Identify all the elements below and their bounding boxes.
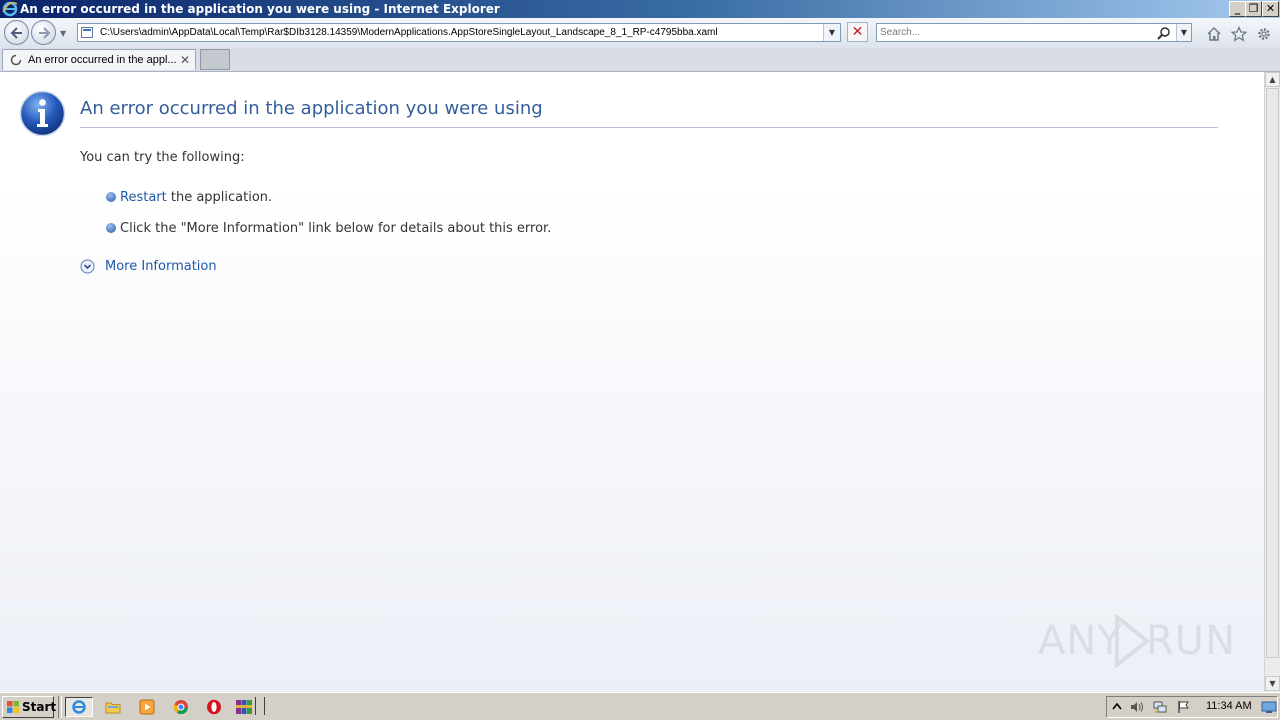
restart-link[interactable]: Restart — [120, 190, 167, 205]
favorites-star-icon[interactable] — [1231, 26, 1247, 42]
scroll-up-button[interactable]: ▲ — [1265, 72, 1280, 87]
search-dropdown-button[interactable]: ▼ — [1176, 24, 1191, 41]
internet-explorer-icon — [2, 1, 18, 17]
search-input[interactable] — [880, 25, 1150, 40]
navigation-bar: ▼ C:\Users\admin\AppData\Local\Temp\Rar$… — [0, 18, 1280, 48]
anyrun-watermark: ANY RUN — [1038, 608, 1238, 672]
tab-label: An error occurred in the appl... — [28, 54, 177, 66]
tab-close-icon[interactable]: ✕ — [180, 50, 190, 70]
list-item-restart: Restart the application. — [106, 190, 272, 205]
search-box[interactable]: ▼ — [876, 23, 1192, 42]
bullet-icon — [106, 192, 116, 202]
taskbar-clock[interactable]: 11:34 AM — [1206, 692, 1252, 720]
media-player-icon — [139, 699, 155, 715]
page-icon — [81, 27, 93, 38]
watermark-left-text: ANY — [1038, 618, 1123, 664]
restart-text: the application. — [166, 190, 273, 205]
action-center-flag-icon[interactable] — [1177, 700, 1191, 714]
vertical-scrollbar[interactable]: ▲ ▼ — [1264, 72, 1280, 692]
home-icon[interactable] — [1206, 26, 1222, 42]
info-icon — [19, 90, 66, 137]
page-title: An error occurred in the application you… — [80, 98, 543, 119]
windows-flag-icon — [7, 701, 19, 713]
taskbar: Start — [0, 692, 1280, 720]
title-divider — [80, 127, 1218, 128]
new-tab-button[interactable] — [200, 49, 230, 70]
show-desktop-icon[interactable] — [1261, 700, 1277, 714]
intro-text: You can try the following: — [80, 150, 245, 165]
opera-icon — [207, 699, 221, 715]
forward-button[interactable] — [31, 20, 56, 45]
page-content: An error occurred in the application you… — [0, 72, 1264, 692]
more-information-label[interactable]: More Information — [105, 259, 217, 274]
recent-pages-dropdown[interactable]: ▼ — [60, 29, 66, 38]
address-bar[interactable]: C:\Users\admin\AppData\Local\Temp\Rar$DI… — [77, 23, 841, 42]
taskbar-opera[interactable] — [203, 697, 225, 717]
taskbar-separator — [58, 696, 62, 718]
minimize-button[interactable]: _ — [1229, 1, 1246, 17]
address-url[interactable]: C:\Users\admin\AppData\Local\Temp\Rar$DI… — [100, 24, 718, 41]
bullet-icon — [106, 223, 116, 233]
winrar-stack-edge — [255, 697, 265, 715]
volume-icon[interactable] — [1130, 700, 1144, 714]
watermark-right-text: RUN — [1146, 618, 1236, 664]
settings-gear-icon[interactable] — [1256, 26, 1272, 42]
folder-icon — [105, 702, 121, 714]
title-bar: An error occurred in the application you… — [0, 0, 1280, 18]
list-item-more-info-hint: Click the "More Information" link below … — [106, 221, 551, 236]
restore-button[interactable]: ❐ — [1245, 1, 1262, 17]
taskbar-media-player[interactable] — [136, 697, 158, 717]
winrar-icon — [236, 700, 252, 714]
tab-strip: An error occurred in the appl... ✕ — [0, 48, 1280, 72]
window-title: An error occurred in the application you… — [20, 2, 500, 16]
play-logo-icon — [1115, 614, 1150, 668]
loading-spinner-icon — [10, 54, 22, 66]
internet-explorer-icon — [72, 700, 86, 714]
taskbar-file-explorer[interactable] — [102, 697, 124, 717]
tab-error-page[interactable]: An error occurred in the appl... ✕ — [2, 49, 196, 70]
taskbar-chrome[interactable] — [170, 697, 192, 717]
forward-arrow-icon — [39, 27, 51, 39]
taskbar-winrar[interactable] — [233, 697, 265, 717]
start-button[interactable]: Start — [2, 696, 57, 718]
close-window-button[interactable]: ✕ — [1262, 1, 1279, 17]
more-info-hint-text: Click the "More Information" link below … — [120, 221, 552, 236]
scroll-thumb[interactable] — [1266, 88, 1279, 658]
stop-button[interactable]: ✕ — [847, 22, 868, 42]
back-button[interactable] — [4, 20, 29, 45]
search-icon[interactable] — [1157, 26, 1171, 40]
more-information-link[interactable]: More Information — [80, 259, 217, 274]
start-label: Start — [22, 700, 57, 714]
address-dropdown-button[interactable]: ▼ — [823, 24, 840, 41]
expand-chevron-icon[interactable] — [80, 259, 95, 274]
chrome-icon — [173, 700, 188, 715]
scroll-down-button[interactable]: ▼ — [1265, 676, 1280, 691]
back-arrow-icon — [10, 27, 22, 39]
network-icon[interactable] — [1153, 700, 1167, 714]
show-hidden-icons-icon[interactable] — [1110, 700, 1124, 714]
taskbar-internet-explorer[interactable] — [65, 697, 93, 717]
